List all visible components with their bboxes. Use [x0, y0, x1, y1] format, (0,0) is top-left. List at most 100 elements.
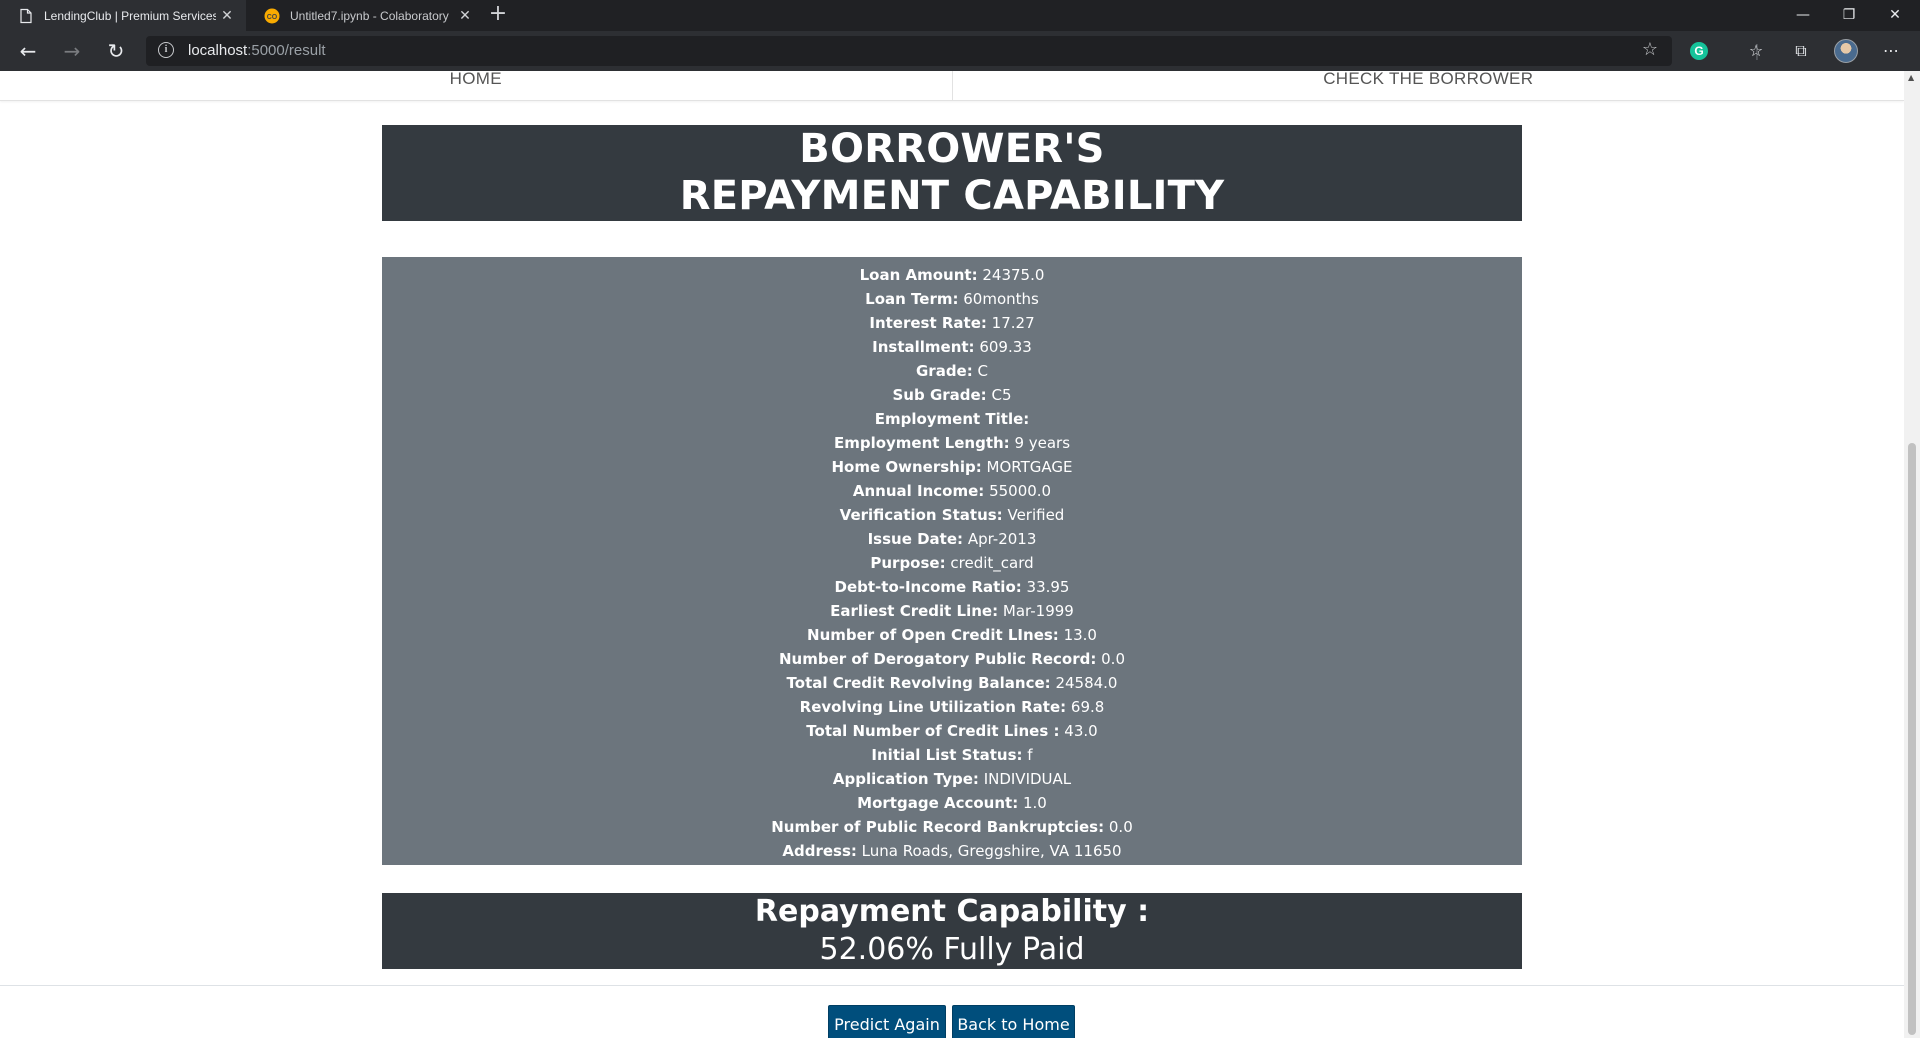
- detail-value: 69.8: [1070, 698, 1105, 716]
- back-arrow-icon[interactable]: ←: [14, 37, 42, 65]
- detail-row: Grade: C: [382, 359, 1522, 383]
- detail-value: 13.0: [1063, 626, 1097, 644]
- detail-label: Number of Derogatory Public Record:: [778, 650, 1097, 668]
- detail-label: Grade:: [915, 362, 973, 380]
- page-viewport: HOME CHECK THE BORROWER BORROWER'S REPAY…: [0, 71, 1904, 1038]
- detail-row: Number of Derogatory Public Record: 0.0: [382, 647, 1522, 671]
- bookmark-star-icon[interactable]: ☆: [1642, 39, 1658, 60]
- browser-toolbar: ← → ↻ i localhost:5000/result ☆ G | ☆ ⧉ …: [0, 31, 1920, 71]
- favorites-icon[interactable]: ☆: [1745, 40, 1767, 62]
- tab-title: Untitled7.ipynb - Colaboratory: [290, 8, 449, 23]
- detail-label: Total Credit Revolving Balance:: [786, 674, 1051, 692]
- detail-value: 55000.0: [989, 482, 1052, 500]
- detail-row: Annual Income: 55000.0: [382, 479, 1522, 503]
- detail-label: Total Number of Credit Lines :: [806, 722, 1060, 740]
- more-menu-icon[interactable]: ⋯: [1880, 40, 1902, 62]
- tab-colab[interactable]: CO Untitled7.ipynb - Colaboratory ✕: [246, 0, 484, 31]
- detail-row: Loan Amount: 24375.0: [382, 263, 1522, 287]
- detail-value: 60months: [963, 290, 1039, 308]
- detail-label: Number of Open Credit LInes:: [807, 626, 1059, 644]
- detail-row: Address: Luna Roads, Greggshire, VA 1165…: [382, 839, 1522, 863]
- detail-label: Home Ownership:: [831, 458, 982, 476]
- colab-icon: CO: [264, 8, 280, 24]
- detail-label: Employment Length:: [833, 434, 1010, 452]
- detail-row: Sub Grade: C5: [382, 383, 1522, 407]
- detail-row: Employment Length: 9 years: [382, 431, 1522, 455]
- detail-value: 0.0: [1108, 818, 1133, 836]
- page-title-banner: BORROWER'S REPAYMENT CAPABILITY: [382, 125, 1522, 221]
- nav-home-link[interactable]: HOME: [0, 71, 952, 100]
- url-text[interactable]: localhost:5000/result: [188, 42, 326, 59]
- detail-row: Mortgage Account: 1.0: [382, 791, 1522, 815]
- detail-label: Purpose:: [870, 554, 946, 572]
- detail-row: Interest Rate: 17.27: [382, 311, 1522, 335]
- svg-text:CO: CO: [267, 14, 278, 21]
- detail-value: Verified: [1007, 506, 1065, 524]
- nav-check-borrower-link[interactable]: CHECK THE BORROWER: [951, 71, 1905, 100]
- detail-row: Home Ownership: MORTGAGE: [382, 455, 1522, 479]
- collections-icon[interactable]: ⧉: [1790, 40, 1812, 62]
- page-title-line-2: REPAYMENT CAPABILITY: [679, 173, 1225, 219]
- back-to-home-button[interactable]: Back to Home: [952, 1005, 1075, 1038]
- detail-row: Employment Title:: [382, 407, 1522, 431]
- page-title-line-1: BORROWER'S: [799, 126, 1105, 172]
- detail-value: 9 years: [1014, 434, 1071, 452]
- grammarly-extension-icon[interactable]: G: [1690, 42, 1708, 60]
- detail-row: Number of Public Record Bankruptcies: 0.…: [382, 815, 1522, 839]
- detail-label: Initial List Status:: [871, 746, 1023, 764]
- detail-label: Address:: [782, 842, 857, 860]
- result-panel: Repayment Capability : 52.06% Fully Paid: [382, 893, 1522, 969]
- restore-icon[interactable]: ❐: [1826, 0, 1872, 31]
- detail-value: 43.0: [1064, 722, 1098, 740]
- page-icon: [18, 8, 34, 24]
- minimize-icon[interactable]: —: [1780, 0, 1826, 31]
- detail-label: Application Type:: [832, 770, 979, 788]
- detail-value: 1.0: [1022, 794, 1047, 812]
- detail-label: Earliest Credit Line:: [830, 602, 999, 620]
- footer-divider: [0, 985, 1904, 986]
- profile-avatar[interactable]: [1834, 39, 1858, 63]
- new-tab-plus-icon[interactable]: +: [486, 3, 510, 27]
- detail-value: Mar-1999: [1002, 602, 1074, 620]
- detail-row: Debt-to-Income Ratio: 33.95: [382, 575, 1522, 599]
- close-window-icon[interactable]: ✕: [1872, 0, 1918, 31]
- detail-value: Luna Roads, Greggshire, VA 11650: [861, 842, 1122, 860]
- vertical-scrollbar[interactable]: ▲: [1904, 71, 1920, 1038]
- borrower-details-panel: Loan Amount: 24375.0 Loan Term: 60months I…: [382, 257, 1522, 865]
- detail-row: Purpose: credit_card: [382, 551, 1522, 575]
- detail-value: 17.27: [991, 314, 1035, 332]
- scroll-up-arrow-icon[interactable]: ▲: [1908, 73, 1914, 82]
- reload-icon[interactable]: ↻: [102, 37, 130, 65]
- detail-row: Revolving Line Utilization Rate: 69.8: [382, 695, 1522, 719]
- tab-close-icon[interactable]: ✕: [216, 7, 238, 24]
- tab-lendingclub[interactable]: LendingClub | Premium Services ✕: [0, 0, 246, 31]
- detail-label: Annual Income:: [852, 482, 985, 500]
- detail-label: Mortgage Account:: [857, 794, 1019, 812]
- result-heading: Repayment Capability :: [754, 894, 1150, 929]
- detail-label: Loan Amount:: [859, 266, 978, 284]
- detail-value: 0.0: [1101, 650, 1125, 668]
- detail-value: INDIVIDUAL: [983, 770, 1072, 788]
- detail-value: 33.95: [1026, 578, 1070, 596]
- tab-close-icon[interactable]: ✕: [454, 7, 476, 24]
- detail-value: 24375.0: [982, 266, 1045, 284]
- scroll-thumb[interactable]: [1908, 443, 1916, 1035]
- detail-label: Debt-to-Income Ratio:: [834, 578, 1022, 596]
- detail-value: Apr-2013: [967, 530, 1037, 548]
- forward-arrow-icon[interactable]: →: [58, 37, 86, 65]
- detail-label: Issue Date:: [867, 530, 964, 548]
- result-value: 52.06% Fully Paid: [819, 932, 1085, 967]
- detail-value: 24584.0: [1055, 674, 1118, 692]
- detail-label: Loan Term:: [865, 290, 959, 308]
- address-bar[interactable]: i localhost:5000/result ☆: [146, 36, 1672, 66]
- detail-row: Verification Status: Verified: [382, 503, 1522, 527]
- detail-label: Sub Grade:: [892, 386, 987, 404]
- url-host: localhost: [188, 42, 248, 59]
- detail-row: Application Type: INDIVIDUAL: [382, 767, 1522, 791]
- detail-value: 609.33: [979, 338, 1032, 356]
- predict-again-button[interactable]: Predict Again: [828, 1005, 946, 1038]
- detail-value: C5: [991, 386, 1012, 404]
- url-path: :5000/result: [247, 42, 326, 59]
- site-navbar: HOME CHECK THE BORROWER: [0, 71, 1904, 101]
- site-info-icon[interactable]: i: [158, 42, 174, 58]
